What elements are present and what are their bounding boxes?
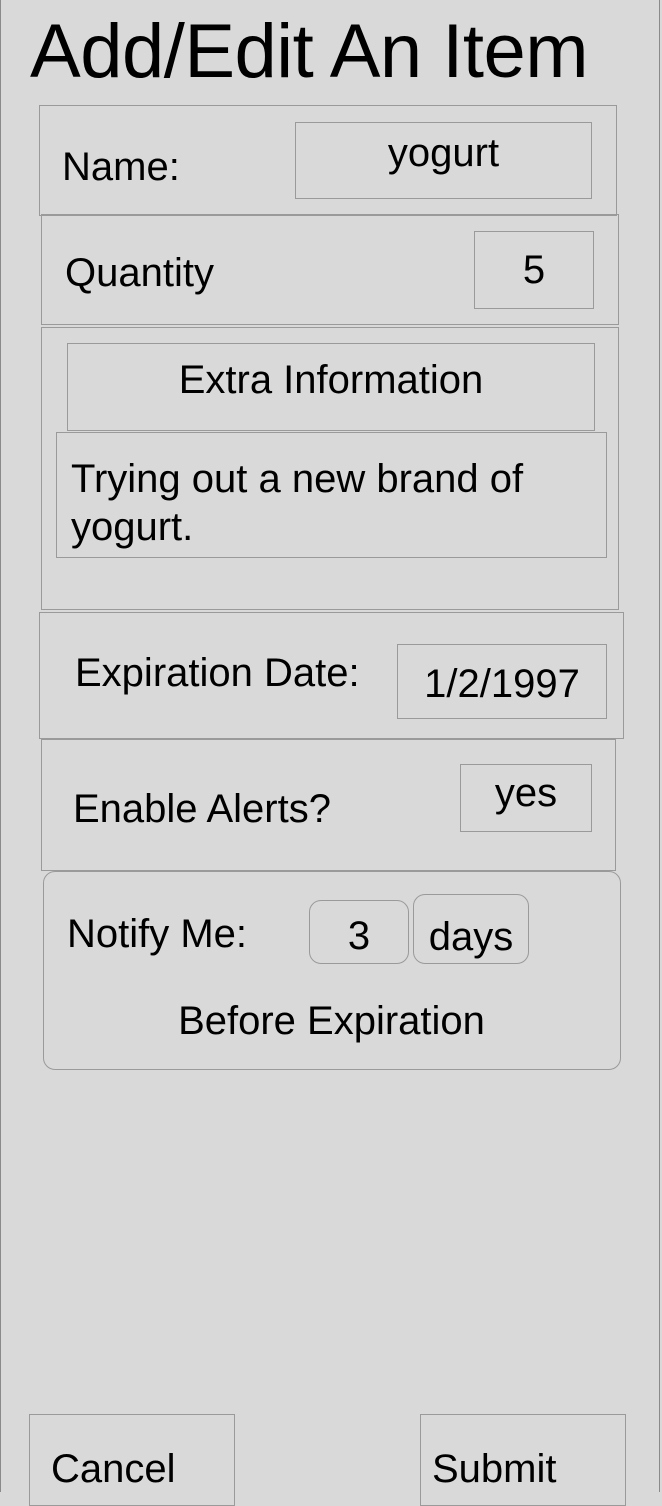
quantity-row: Quantity 5 xyxy=(41,214,619,325)
extra-info-text: Trying out a new brand of yogurt. xyxy=(71,457,524,549)
notify-amount-value: 3 xyxy=(347,913,371,958)
notify-unit-select[interactable]: days xyxy=(413,894,529,964)
extra-info-header: Extra Information xyxy=(67,343,595,431)
quantity-label: Quantity xyxy=(65,251,214,295)
expiration-date-field[interactable]: 1/2/1997 xyxy=(397,644,607,719)
extra-info-textarea[interactable]: Trying out a new brand of yogurt. xyxy=(56,432,607,558)
expiration-label: Expiration Date: xyxy=(75,651,360,695)
alerts-toggle[interactable]: yes xyxy=(460,764,592,832)
name-field[interactable]: yogurt xyxy=(295,122,592,199)
name-label: Name: xyxy=(62,145,180,189)
extra-info-title: Extra Information xyxy=(178,357,484,402)
submit-button[interactable]: Submit xyxy=(420,1414,626,1506)
name-value: yogurt xyxy=(387,131,500,175)
expiration-row: Expiration Date: 1/2/1997 xyxy=(39,612,624,739)
notify-label: Notify Me: xyxy=(67,912,248,956)
quantity-field[interactable]: 5 xyxy=(474,231,594,309)
page-title: Add/Edit An Item xyxy=(30,9,589,94)
notify-section: Notify Me: 3 days Before Expiration xyxy=(43,871,621,1070)
notify-suffix: Before Expiration xyxy=(178,999,485,1043)
expiration-value: 1/2/1997 xyxy=(424,662,580,706)
cancel-label: Cancel xyxy=(51,1447,176,1491)
notify-unit-value: days xyxy=(428,914,514,959)
cancel-button[interactable]: Cancel xyxy=(29,1414,235,1506)
quantity-value: 5 xyxy=(522,247,546,292)
alerts-row: Enable Alerts? yes xyxy=(41,739,616,871)
extra-info-section: Extra Information Trying out a new brand… xyxy=(41,327,619,610)
submit-label: Submit xyxy=(432,1447,557,1491)
name-row: Name: yogurt xyxy=(39,105,617,216)
alerts-value: yes xyxy=(494,770,558,815)
alerts-label: Enable Alerts? xyxy=(73,787,331,831)
notify-amount-field[interactable]: 3 xyxy=(309,900,409,964)
